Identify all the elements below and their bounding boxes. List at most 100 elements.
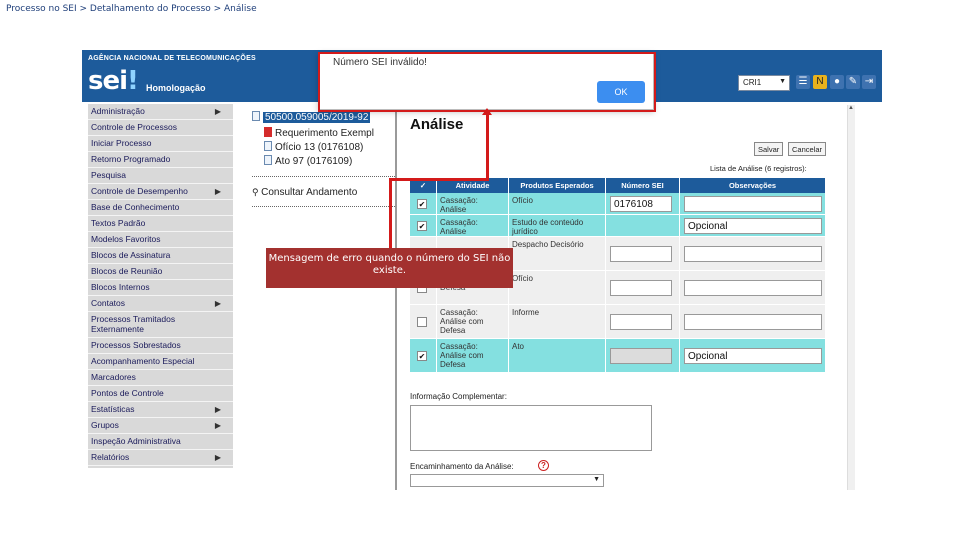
sidebar-item[interactable]: Contatos ▶ — [88, 296, 233, 312]
table-row: Cassação: Análise com Defesa Informe — [410, 305, 826, 339]
tree-doc-1[interactable]: Requerimento Exempl — [264, 127, 374, 140]
sidebar-menu: Administração ▶ Controle de Processos Inici… — [88, 104, 233, 468]
sidebar-item[interactable]: Controle de Processos — [88, 120, 233, 136]
table-row: ✔ Cassação: Análise Estudo de conteúdo jur… — [410, 215, 826, 237]
cell-obs — [680, 305, 826, 339]
agency-name: AGÊNCIA NACIONAL DE TELECOMUNICAÇÕES — [88, 55, 256, 62]
sidebar-item[interactable]: Estatísticas ▶ — [88, 402, 233, 418]
observation-input[interactable]: Opcional — [684, 217, 822, 234]
sidebar-item[interactable]: Grupos ▶ — [88, 418, 233, 434]
sei-number-input[interactable] — [610, 347, 672, 364]
product-text: Informe — [512, 308, 540, 317]
observation-input[interactable] — [684, 313, 822, 330]
info-textarea[interactable] — [410, 405, 652, 451]
cell-activity: Cassação: Análise com Defesa — [437, 339, 509, 373]
col-header-products: Produtos Esperados — [509, 178, 606, 193]
sidebar-item[interactable]: Blocos de Assinatura — [88, 248, 233, 264]
consult-label[interactable]: Consultar Andamento — [261, 187, 357, 198]
sidebar-item[interactable]: Textos Padrão — [88, 216, 233, 232]
magnifier-icon: ⚲ — [252, 187, 262, 197]
sidebar-item[interactable]: Administração ▶ — [88, 104, 233, 120]
encaminhamento-select[interactable]: ▼ — [410, 474, 604, 487]
tools-icon[interactable]: ✎ — [846, 75, 860, 89]
cell-number: 0176108 — [606, 193, 680, 215]
process-number[interactable]: 50500.059005/2019-92 — [263, 112, 371, 123]
sidebar-item[interactable]: Inspeção Administrativa — [88, 434, 233, 450]
doc-label[interactable]: Requerimento Exempl — [275, 128, 374, 139]
sidebar-item[interactable]: Pontos de Controle — [88, 386, 233, 402]
sidebar-item-label: Processos Tramitados Externamente — [91, 314, 176, 334]
product-text: Despacho Decisório — [512, 240, 584, 249]
cell-number — [606, 271, 680, 305]
user-icon[interactable]: ● — [830, 75, 844, 89]
sidebar-item[interactable]: Controle de Desempenho ▶ — [88, 184, 233, 200]
row-checkbox[interactable]: ✔ — [417, 220, 427, 231]
help-icon[interactable]: ? — [538, 460, 549, 471]
divider — [252, 176, 397, 177]
sidebar-item-label: Pesquisa — [91, 170, 126, 180]
sidebar-item-label: Controle de Processos — [91, 122, 177, 132]
pane-splitter[interactable] — [395, 110, 397, 490]
sidebar-item-label: Inspeção Administrativa — [91, 436, 181, 446]
annotation-line — [486, 112, 489, 180]
menu-icon[interactable]: ☰ — [796, 75, 810, 89]
tree-doc-2[interactable]: Ofício 13 (0176108) — [264, 141, 363, 154]
sidebar-item[interactable]: Blocos Internos — [88, 280, 233, 296]
doc-label[interactable]: Ato 97 (0176109) — [275, 156, 352, 167]
sidebar-item[interactable]: Blocos de Reunião — [88, 264, 233, 280]
cell-obs: Opcional — [680, 339, 826, 373]
sei-number-input[interactable] — [610, 245, 672, 262]
sidebar-item-label: Contatos — [91, 298, 126, 308]
tree-doc-3[interactable]: Ato 97 (0176109) — [264, 155, 352, 168]
sei-number-input[interactable] — [610, 313, 672, 330]
sidebar-item[interactable]: Relatórios ▶ — [88, 450, 233, 466]
save-button[interactable]: Salvar — [754, 142, 784, 156]
cell-activity: Cassação: Análise — [437, 193, 509, 215]
tree-process[interactable]: 50500.059005/2019-92 — [252, 111, 371, 124]
cell-check: ✔ — [410, 339, 437, 373]
sidebar-item-label: Pontos de Controle — [91, 388, 164, 398]
cell-product: Estudo de conteúdo jurídico — [509, 215, 606, 237]
cell-check — [410, 305, 437, 339]
product-text: Ofício — [512, 196, 533, 205]
sidebar-item[interactable]: Retorno Programado — [88, 152, 233, 168]
sidebar-item[interactable]: Iniciar Processo — [88, 136, 233, 152]
sidebar-item[interactable]: Marcadores — [88, 370, 233, 386]
row-checkbox[interactable]: ✔ — [417, 350, 427, 361]
product-text: Ato — [512, 342, 525, 351]
sidebar-item-label: Controle de Desempenho — [91, 186, 188, 196]
cell-obs — [680, 193, 826, 215]
activity-text: Cassação: Análise — [440, 196, 478, 214]
notes-icon[interactable]: N — [813, 75, 827, 89]
cell-activity: Cassação: Análise — [437, 215, 509, 237]
logout-icon[interactable]: ⇥ — [862, 75, 876, 89]
col-header-obs: Observações — [680, 178, 826, 193]
consult-andamento-link[interactable]: ⚲ Consultar Andamento — [252, 186, 357, 199]
doc-label[interactable]: Ofício 13 (0176108) — [275, 142, 363, 153]
unit-select[interactable]: CRI1 ▼ — [738, 75, 790, 91]
sidebar-item[interactable]: Pesquisa — [88, 168, 233, 184]
observation-input[interactable] — [684, 245, 822, 262]
cell-activity: Cassação: Análise com Defesa — [437, 305, 509, 339]
scroll-up-icon[interactable]: ▲ — [847, 105, 855, 115]
sidebar-item[interactable]: Acompanhamento Especial — [88, 354, 233, 370]
observation-input[interactable] — [684, 279, 822, 296]
logo-dot: ! — [127, 66, 139, 96]
activity-text: Cassação: Análise com Defesa — [440, 342, 484, 369]
logo-text: sei — [88, 66, 128, 96]
cancel-button[interactable]: Cancelar — [788, 142, 827, 156]
sidebar-item[interactable]: Base de Conhecimento — [88, 200, 233, 216]
row-checkbox[interactable] — [417, 316, 427, 327]
sei-logo[interactable]: sei! — [88, 66, 139, 96]
scrollbar[interactable] — [847, 105, 855, 490]
sidebar-item[interactable]: Processos Sobrestados — [88, 338, 233, 354]
sei-number-input[interactable]: 0176108 — [610, 195, 672, 212]
sidebar-item[interactable]: Processos Tramitados Externamente — [88, 312, 233, 338]
row-checkbox[interactable]: ✔ — [417, 198, 427, 209]
sei-number-input[interactable] — [610, 279, 672, 296]
activity-text: Cassação: Análise — [440, 218, 478, 236]
sidebar-item[interactable]: Modelos Favoritos — [88, 232, 233, 248]
page-title: Análise — [410, 116, 464, 133]
observation-input[interactable]: Opcional — [684, 347, 822, 364]
observation-input[interactable] — [684, 195, 822, 212]
